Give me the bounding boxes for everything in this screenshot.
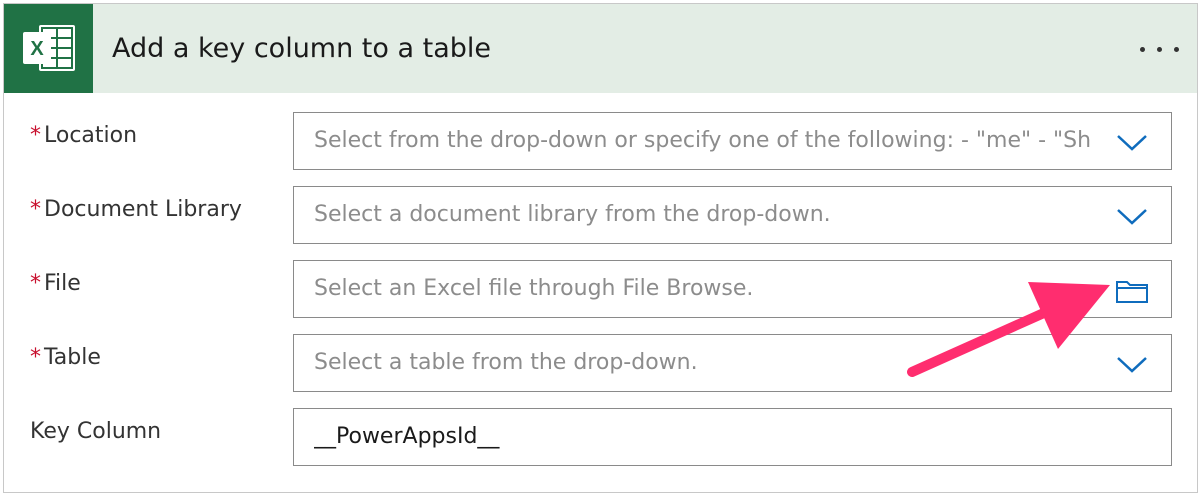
card-title: Add a key column to a table xyxy=(112,33,492,64)
location-label-text: Location xyxy=(44,123,138,148)
required-marker: * xyxy=(30,123,41,148)
required-marker: * xyxy=(30,197,41,222)
chevron-down-icon[interactable] xyxy=(1115,349,1149,379)
required-marker: * xyxy=(30,271,41,296)
chevron-down-icon[interactable] xyxy=(1115,201,1149,231)
file-picker[interactable]: Select an Excel file through File Browse… xyxy=(293,260,1172,318)
table-dropdown[interactable]: Select a table from the drop-down. xyxy=(293,334,1172,392)
key-column-row: Key Column __PowerAppsId__ xyxy=(4,408,1197,466)
excel-icon: X xyxy=(23,25,75,71)
more-options-icon[interactable] xyxy=(1137,37,1183,61)
document-library-dropdown[interactable]: Select a document library from the drop-… xyxy=(293,186,1172,244)
table-placeholder: Select a table from the drop-down. xyxy=(314,350,698,375)
folder-icon[interactable] xyxy=(1115,275,1149,305)
document-library-placeholder: Select a document library from the drop-… xyxy=(314,202,831,227)
document-library-label: * Document Library xyxy=(30,196,242,224)
action-card: X Add a key column to a table * Location … xyxy=(3,3,1198,493)
svg-text:X: X xyxy=(30,38,44,60)
table-label: * Table xyxy=(30,344,101,372)
key-column-value: __PowerAppsId__ xyxy=(314,424,500,449)
file-placeholder: Select an Excel file through File Browse… xyxy=(314,276,754,301)
key-column-label: Key Column xyxy=(30,419,162,444)
chevron-down-icon[interactable] xyxy=(1115,127,1149,157)
location-dropdown[interactable]: Select from the drop-down or specify one… xyxy=(293,112,1172,170)
document-library-label-text: Document Library xyxy=(44,197,242,222)
file-label-text: File xyxy=(44,271,81,296)
file-row: * File Select an Excel file through File … xyxy=(4,260,1197,318)
location-row: * Location Select from the drop-down or s… xyxy=(4,112,1197,170)
required-marker: * xyxy=(30,345,41,370)
card-header[interactable]: X Add a key column to a table xyxy=(4,4,1197,93)
file-label: * File xyxy=(30,270,81,298)
document-library-row: * Document Library Select a document libr… xyxy=(4,186,1197,244)
excel-app-tile: X xyxy=(4,4,93,93)
table-row: * Table Select a table from the drop-down… xyxy=(4,334,1197,392)
table-label-text: Table xyxy=(44,345,101,370)
location-placeholder: Select from the drop-down or specify one… xyxy=(314,128,1091,153)
key-column-input[interactable]: __PowerAppsId__ xyxy=(293,408,1172,466)
location-label: * Location xyxy=(30,122,137,150)
